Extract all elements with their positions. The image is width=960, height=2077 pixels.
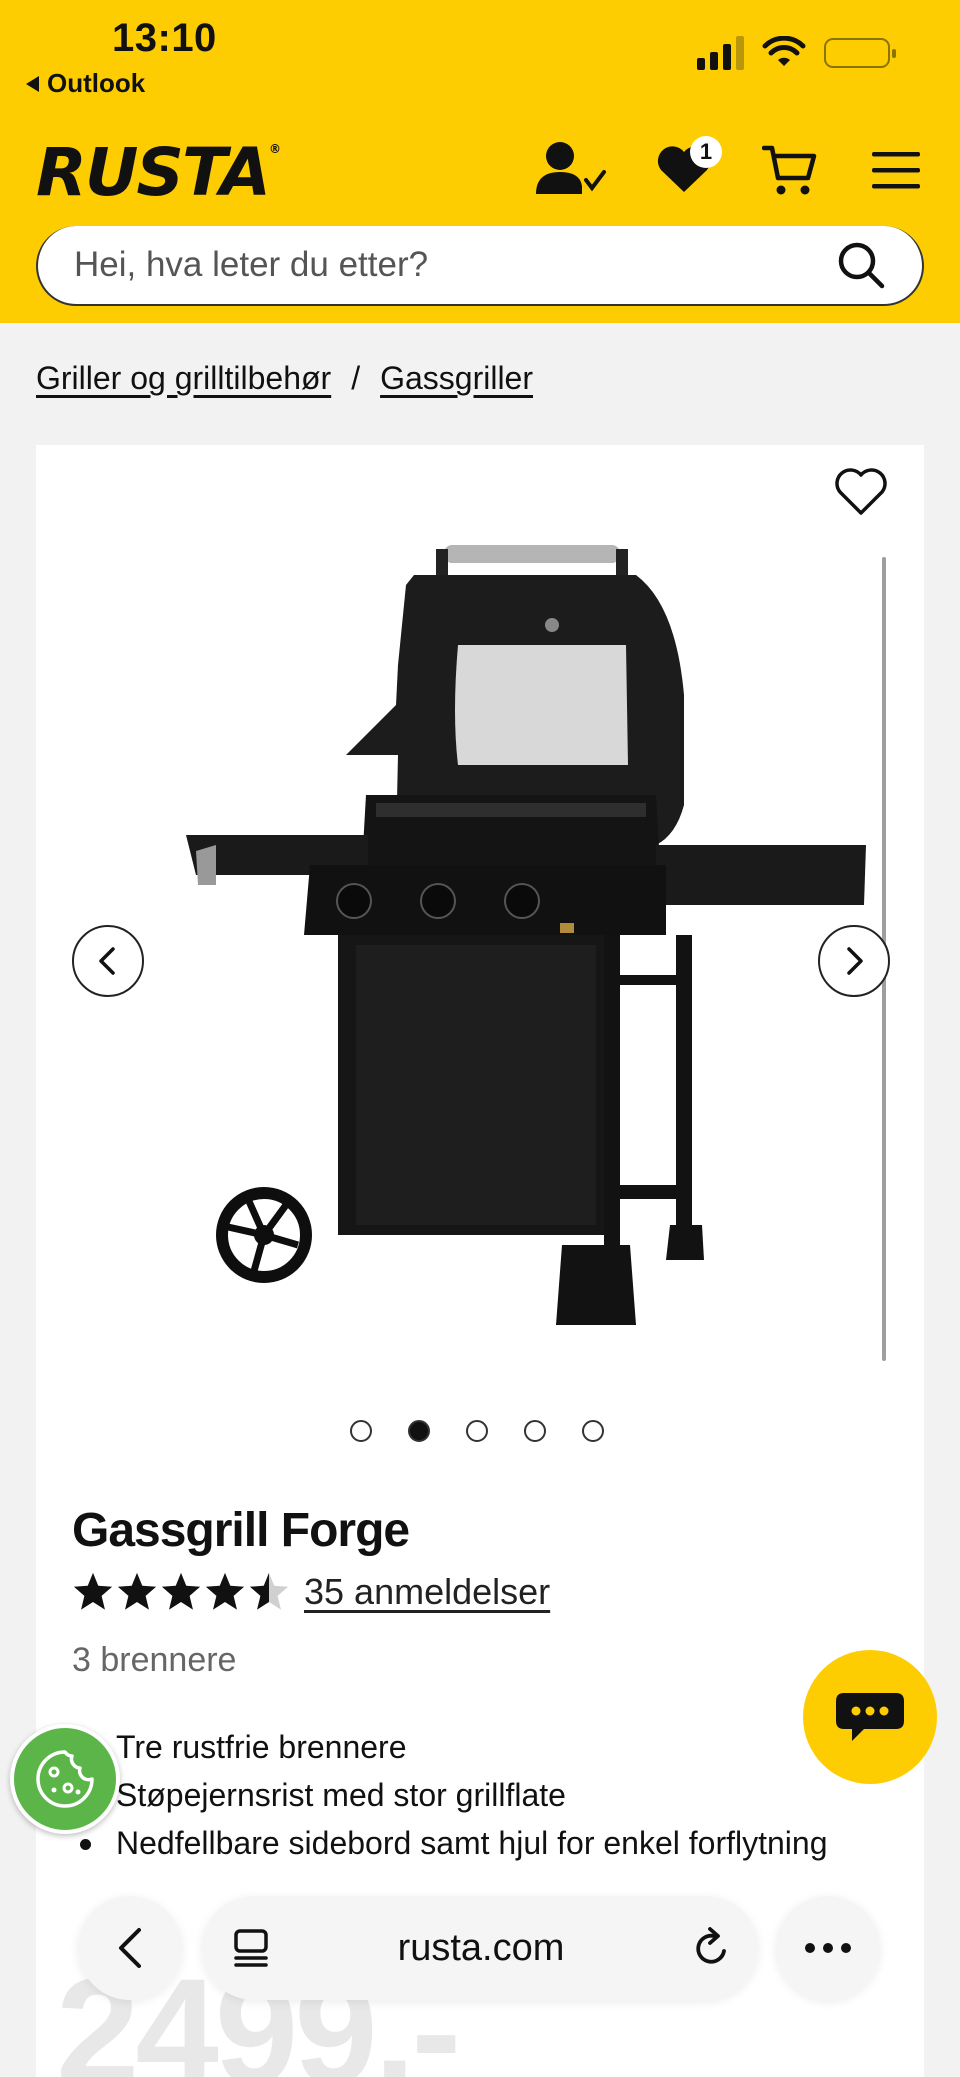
status-time: 13:10 [112, 16, 217, 60]
status-indicators [697, 36, 896, 70]
browser-url: rusta.com [397, 1926, 565, 1969]
product-title: Gassgrill Forge [72, 1504, 410, 1557]
wishlist-button[interactable]: 1 [656, 136, 722, 194]
star-icon [205, 1572, 245, 1610]
breadcrumb-gassgriller[interactable]: Gassgriller [380, 360, 533, 397]
chat-button[interactable] [803, 1650, 937, 1784]
star-icon [249, 1572, 289, 1610]
reload-icon[interactable] [692, 1927, 732, 1969]
site-header: 13:10 Outlook RUSTA® 1 Hei, hva leter du… [0, 0, 960, 323]
reviews-link[interactable]: 35 anmeldelser [304, 1571, 550, 1613]
feature-item: Nedfellbare sidebord samt hjul for enkel… [80, 1819, 836, 1867]
feature-item: Støpejernsrist med stor grillflate [80, 1771, 836, 1819]
gallery-next-button[interactable] [818, 925, 890, 997]
star-icon [161, 1572, 201, 1610]
rusta-logo[interactable]: RUSTA® [36, 134, 281, 211]
search-bar[interactable]: Hei, hva leter du etter? [36, 226, 924, 306]
more-dots-icon [805, 1943, 851, 1953]
add-to-wishlist-heart-icon[interactable] [834, 465, 888, 519]
back-app-label: Outlook [47, 68, 146, 98]
gallery-dot[interactable] [524, 1420, 546, 1442]
chevron-left-icon [99, 947, 115, 975]
battery-icon [824, 38, 896, 68]
gallery-dot[interactable] [582, 1420, 604, 1442]
wifi-icon [762, 36, 806, 66]
rating-stars [72, 1571, 290, 1613]
star-icon [117, 1572, 157, 1610]
back-triangle-icon [26, 75, 39, 92]
search-icon[interactable] [836, 240, 886, 290]
chevron-right-icon [847, 947, 863, 975]
breadcrumb-griller[interactable]: Griller og grilltilbehør [36, 360, 331, 397]
cookie-settings-button[interactable] [10, 1724, 120, 1834]
chat-bubble-icon [836, 1693, 904, 1741]
product-subtitle: 3 brennere [72, 1641, 237, 1679]
gallery-dot[interactable] [350, 1420, 372, 1442]
back-to-app[interactable]: Outlook [26, 68, 145, 99]
product-image-gas-grill[interactable] [136, 545, 876, 1345]
cart-icon[interactable] [762, 142, 818, 198]
chevron-left-icon [119, 1928, 141, 1968]
browser-more-button[interactable] [776, 1896, 880, 2000]
browser-address-bar[interactable]: rusta.com [202, 1896, 758, 2000]
cellular-signal-icon [697, 36, 744, 70]
wishlist-count-badge: 1 [690, 136, 722, 168]
tab-overview-icon[interactable] [232, 1928, 270, 1968]
gallery-prev-button[interactable] [72, 925, 144, 997]
browser-back-button[interactable] [78, 1896, 182, 2000]
star-icon [73, 1572, 113, 1610]
feature-list: Tre rustfrie brennere Støpejernsrist med… [80, 1723, 836, 1867]
product-card: Gassgrill Forge 35 anmeldelser 3 brenner… [36, 445, 924, 2077]
breadcrumb: Griller og grilltilbehør / Gassgriller [36, 360, 533, 397]
menu-icon[interactable] [872, 150, 920, 190]
search-placeholder: Hei, hva leter du etter? [74, 245, 429, 284]
feature-item: Tre rustfrie brennere [80, 1723, 836, 1771]
gallery-pagination [350, 1420, 604, 1442]
cookie-icon [36, 1750, 94, 1808]
account-icon[interactable] [536, 140, 608, 200]
breadcrumb-separator: / [351, 360, 361, 396]
product-rating: 35 anmeldelser [72, 1571, 550, 1613]
gallery-dot[interactable] [408, 1420, 430, 1442]
gallery-dot[interactable] [466, 1420, 488, 1442]
